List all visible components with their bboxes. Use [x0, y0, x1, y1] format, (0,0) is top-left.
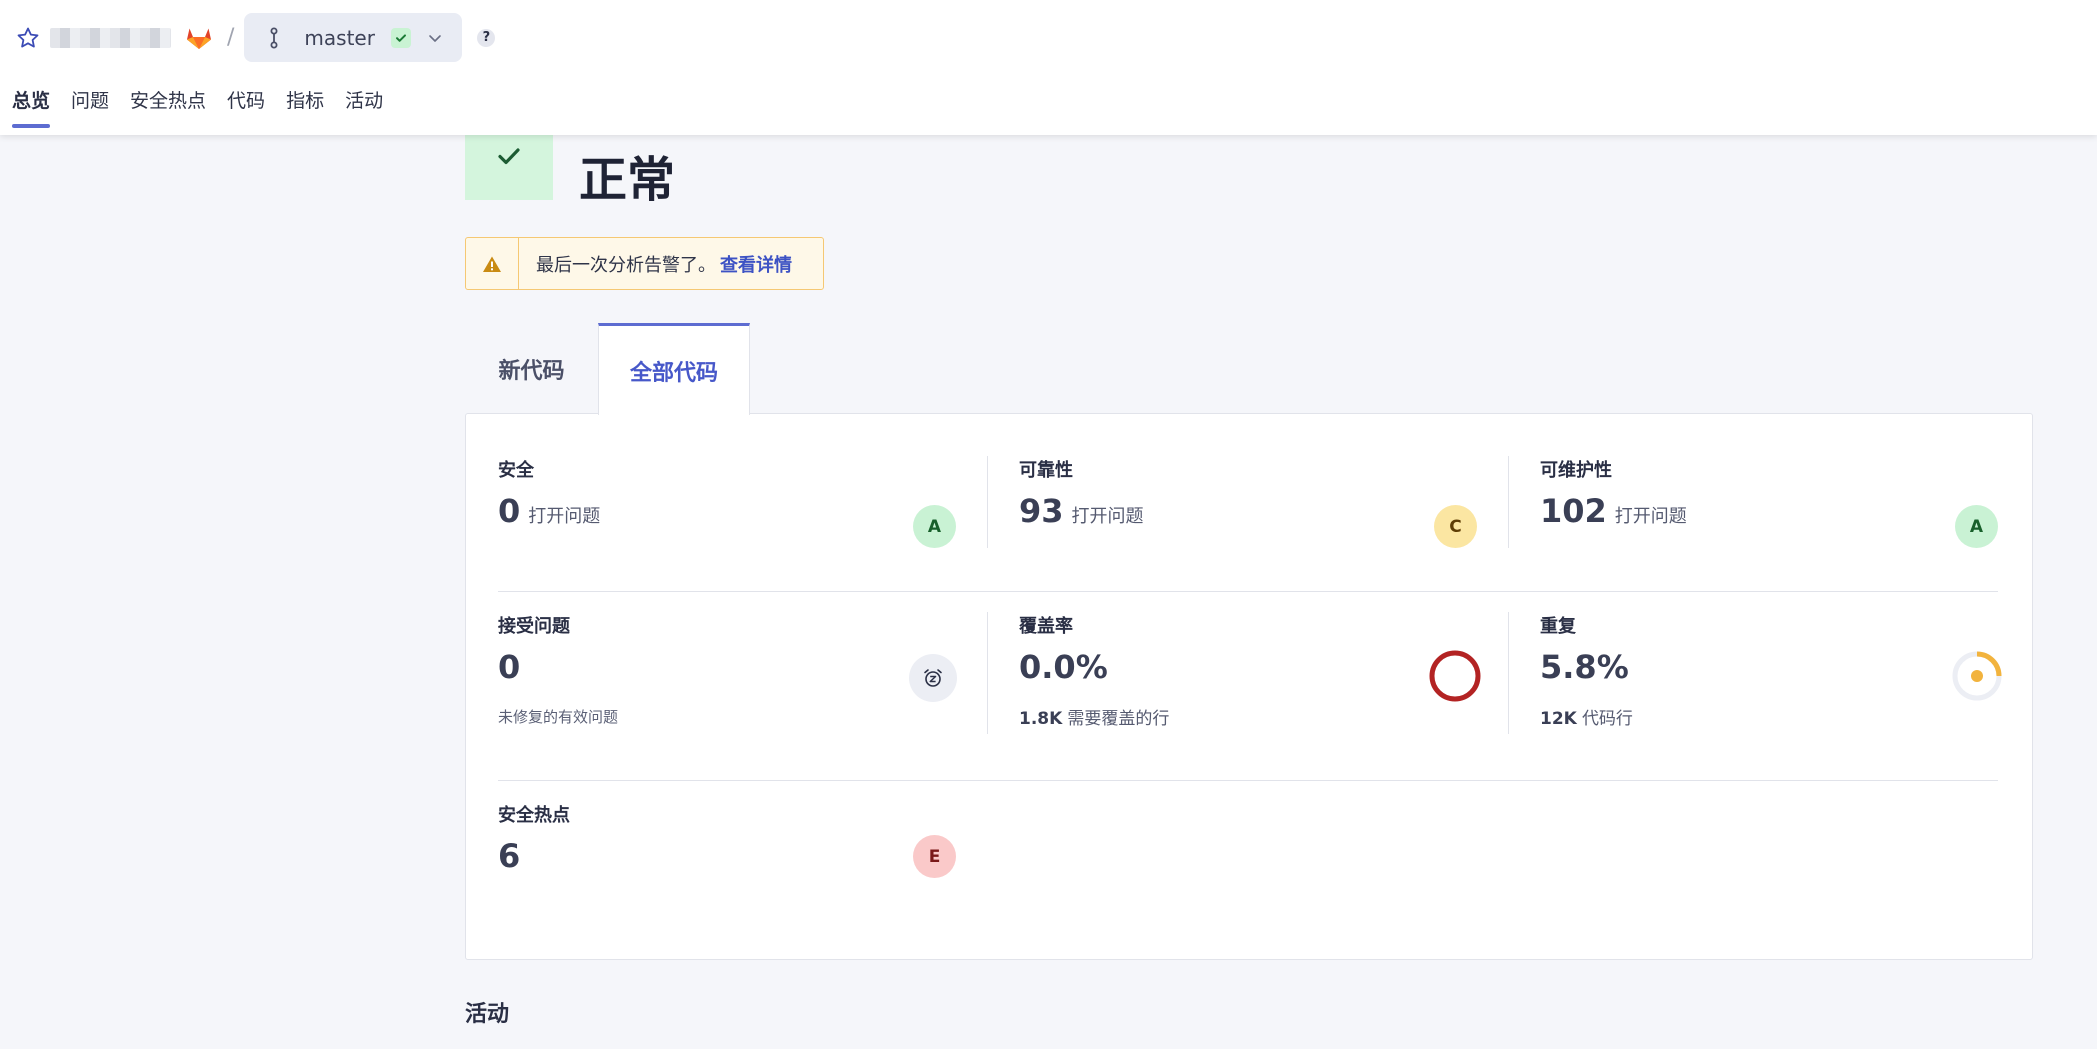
tab-overall-code[interactable]: 全部代码 — [598, 323, 750, 415]
security-title: 安全 — [498, 460, 534, 481]
reliability-grade[interactable]: C — [1434, 505, 1477, 548]
gitlab-icon — [186, 26, 212, 50]
duplications-value[interactable]: 5.8% — [1540, 648, 1629, 686]
divider — [987, 456, 988, 548]
reliability-metric[interactable]: 可靠性 93 打开问题 — [1019, 456, 1477, 530]
maintainability-unit: 打开问题 — [1614, 506, 1687, 527]
duplications-title: 重复 — [1540, 616, 1576, 637]
duplications-ring — [1952, 651, 2002, 701]
maintainability-metric[interactable]: 可维护性 102 打开问题 — [1540, 456, 1998, 530]
reliability-value[interactable]: 93 — [1019, 492, 1064, 530]
security-hotspots-title: 安全热点 — [498, 805, 570, 826]
tab-new-code[interactable]: 新代码 — [465, 323, 598, 415]
star-icon[interactable] — [16, 26, 40, 50]
check-icon — [498, 148, 520, 165]
coverage-lines-count[interactable]: 1.8K — [1019, 709, 1062, 729]
duplications-lines-count[interactable]: 12K — [1540, 709, 1577, 729]
security-hotspots-grade[interactable]: E — [913, 835, 956, 878]
quality-gate-status: 正常 — [579, 152, 676, 208]
analysis-warning: 最后一次分析告警了。 查看详情 — [465, 237, 824, 290]
coverage-lines-label: 需要覆盖的行 — [1067, 709, 1170, 729]
maintainability-value[interactable]: 102 — [1540, 492, 1607, 530]
coverage-value[interactable]: 0.0% — [1019, 648, 1108, 686]
check-icon — [390, 27, 411, 48]
reliability-unit: 打开问题 — [1071, 506, 1144, 527]
code-tabs: 新代码 全部代码 — [465, 323, 750, 415]
nav-item-code[interactable]: 代码 — [227, 86, 265, 128]
breadcrumb: / master ? — [16, 13, 496, 62]
accepted-issues-value[interactable]: 0 — [498, 648, 520, 686]
maintainability-grade[interactable]: A — [1955, 505, 1998, 548]
coverage-metric[interactable]: 覆盖率 0.0% 1.8K 需要覆盖的行 — [1019, 612, 1477, 729]
accepted-issues-note: 未修复的有效问题 — [498, 708, 619, 726]
coverage-title: 覆盖率 — [1019, 616, 1073, 637]
breadcrumb-separator: / — [227, 25, 235, 50]
branch-selector[interactable]: master — [244, 13, 463, 62]
security-metric[interactable]: 安全 0 打开问题 — [498, 456, 956, 530]
branch-icon — [266, 27, 282, 49]
security-hotspots-value[interactable]: 6 — [498, 837, 520, 875]
warning-icon — [466, 238, 519, 289]
reliability-title: 可靠性 — [1019, 460, 1073, 481]
nav-item-issues[interactable]: 问题 — [71, 86, 109, 128]
security-value[interactable]: 0 — [498, 492, 520, 530]
help-icon[interactable]: ? — [477, 28, 496, 47]
security-unit: 打开问题 — [528, 506, 601, 527]
divider — [498, 780, 1998, 781]
metrics-card: 安全 0 打开问题 A 可靠性 93 打开问题 C 可维护性 102 打开问题 … — [465, 413, 2033, 960]
divider — [1508, 456, 1509, 548]
branch-name: master — [304, 25, 375, 50]
duplications-metric[interactable]: 重复 5.8% 12K 代码行 — [1540, 612, 1998, 729]
duplications-lines-label: 代码行 — [1581, 709, 1633, 729]
security-hotspots-metric[interactable]: 安全热点 6 — [498, 801, 956, 875]
divider — [498, 591, 1998, 592]
warning-text: 最后一次分析告警了。 — [536, 254, 716, 276]
accepted-issues-metric[interactable]: 接受问题 0 未修复的有效问题 — [498, 612, 956, 727]
project-name[interactable] — [50, 27, 171, 48]
maintainability-title: 可维护性 — [1540, 460, 1612, 481]
nav-item-measures[interactable]: 指标 — [286, 86, 324, 128]
view-details-link[interactable]: 查看详情 — [720, 251, 792, 277]
top-header: / master ? 总览 问题 安全热点 代码 指标 活动 — [0, 0, 2097, 135]
security-grade[interactable]: A — [913, 505, 956, 548]
chevron-down-icon[interactable] — [427, 30, 443, 46]
coverage-ring — [1429, 650, 1481, 702]
divider — [987, 612, 988, 734]
nav-item-security-hotspots[interactable]: 安全热点 — [130, 86, 206, 128]
divider — [1508, 612, 1509, 734]
main-nav: 总览 问题 安全热点 代码 指标 活动 — [12, 86, 404, 128]
accepted-issues-title: 接受问题 — [498, 616, 570, 637]
alarm-clock-icon — [909, 654, 957, 702]
nav-item-overview[interactable]: 总览 — [12, 86, 51, 128]
nav-item-activity[interactable]: 活动 — [345, 86, 383, 128]
activity-heading: 活动 — [465, 1002, 510, 1027]
